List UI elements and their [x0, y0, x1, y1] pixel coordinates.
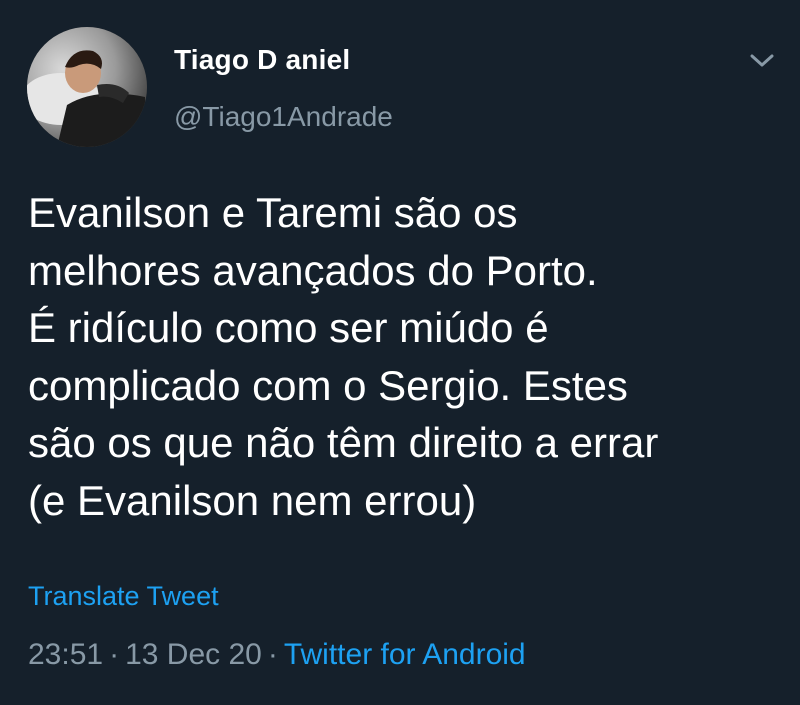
tweet-text-line: É ridículo como ser miúdo é	[28, 304, 549, 351]
avatar[interactable]	[27, 27, 147, 147]
author-handle[interactable]: @Tiago1Andrade	[174, 101, 393, 133]
tweet-date: 13 Dec 20	[125, 638, 262, 671]
tweet-text-line: complicado com o Sergio. Estes	[28, 361, 628, 409]
tweet-text-line: (e Evanilson nem errou)	[28, 476, 477, 524]
tweet-meta: 23:51 · 13 Dec 20 · Twitter for Android	[28, 638, 526, 672]
tweet-text-line: melhores avançados do Porto.	[28, 246, 598, 294]
tweet-text-line: Evanilson e Taremi são os	[28, 189, 518, 236]
translate-tweet-link[interactable]: Translate Tweet	[28, 581, 219, 612]
avatar-photo	[27, 27, 147, 147]
tweet-text-line: são os que não têm direito a errar	[28, 419, 659, 466]
tweet-time: 23:51	[28, 638, 104, 671]
tweet-text: Evanilson e Taremi são os melhores avanç…	[28, 184, 788, 529]
meta-separator: ·	[109, 638, 120, 671]
meta-separator: ·	[267, 638, 278, 671]
chevron-down-icon[interactable]	[748, 51, 776, 71]
tweet-card: Tiago D aniel @Tiago1Andrade Evanilson e…	[0, 0, 800, 705]
author-name[interactable]: Tiago D aniel	[174, 44, 350, 76]
tweet-source-link[interactable]: Twitter for Android	[284, 638, 526, 671]
